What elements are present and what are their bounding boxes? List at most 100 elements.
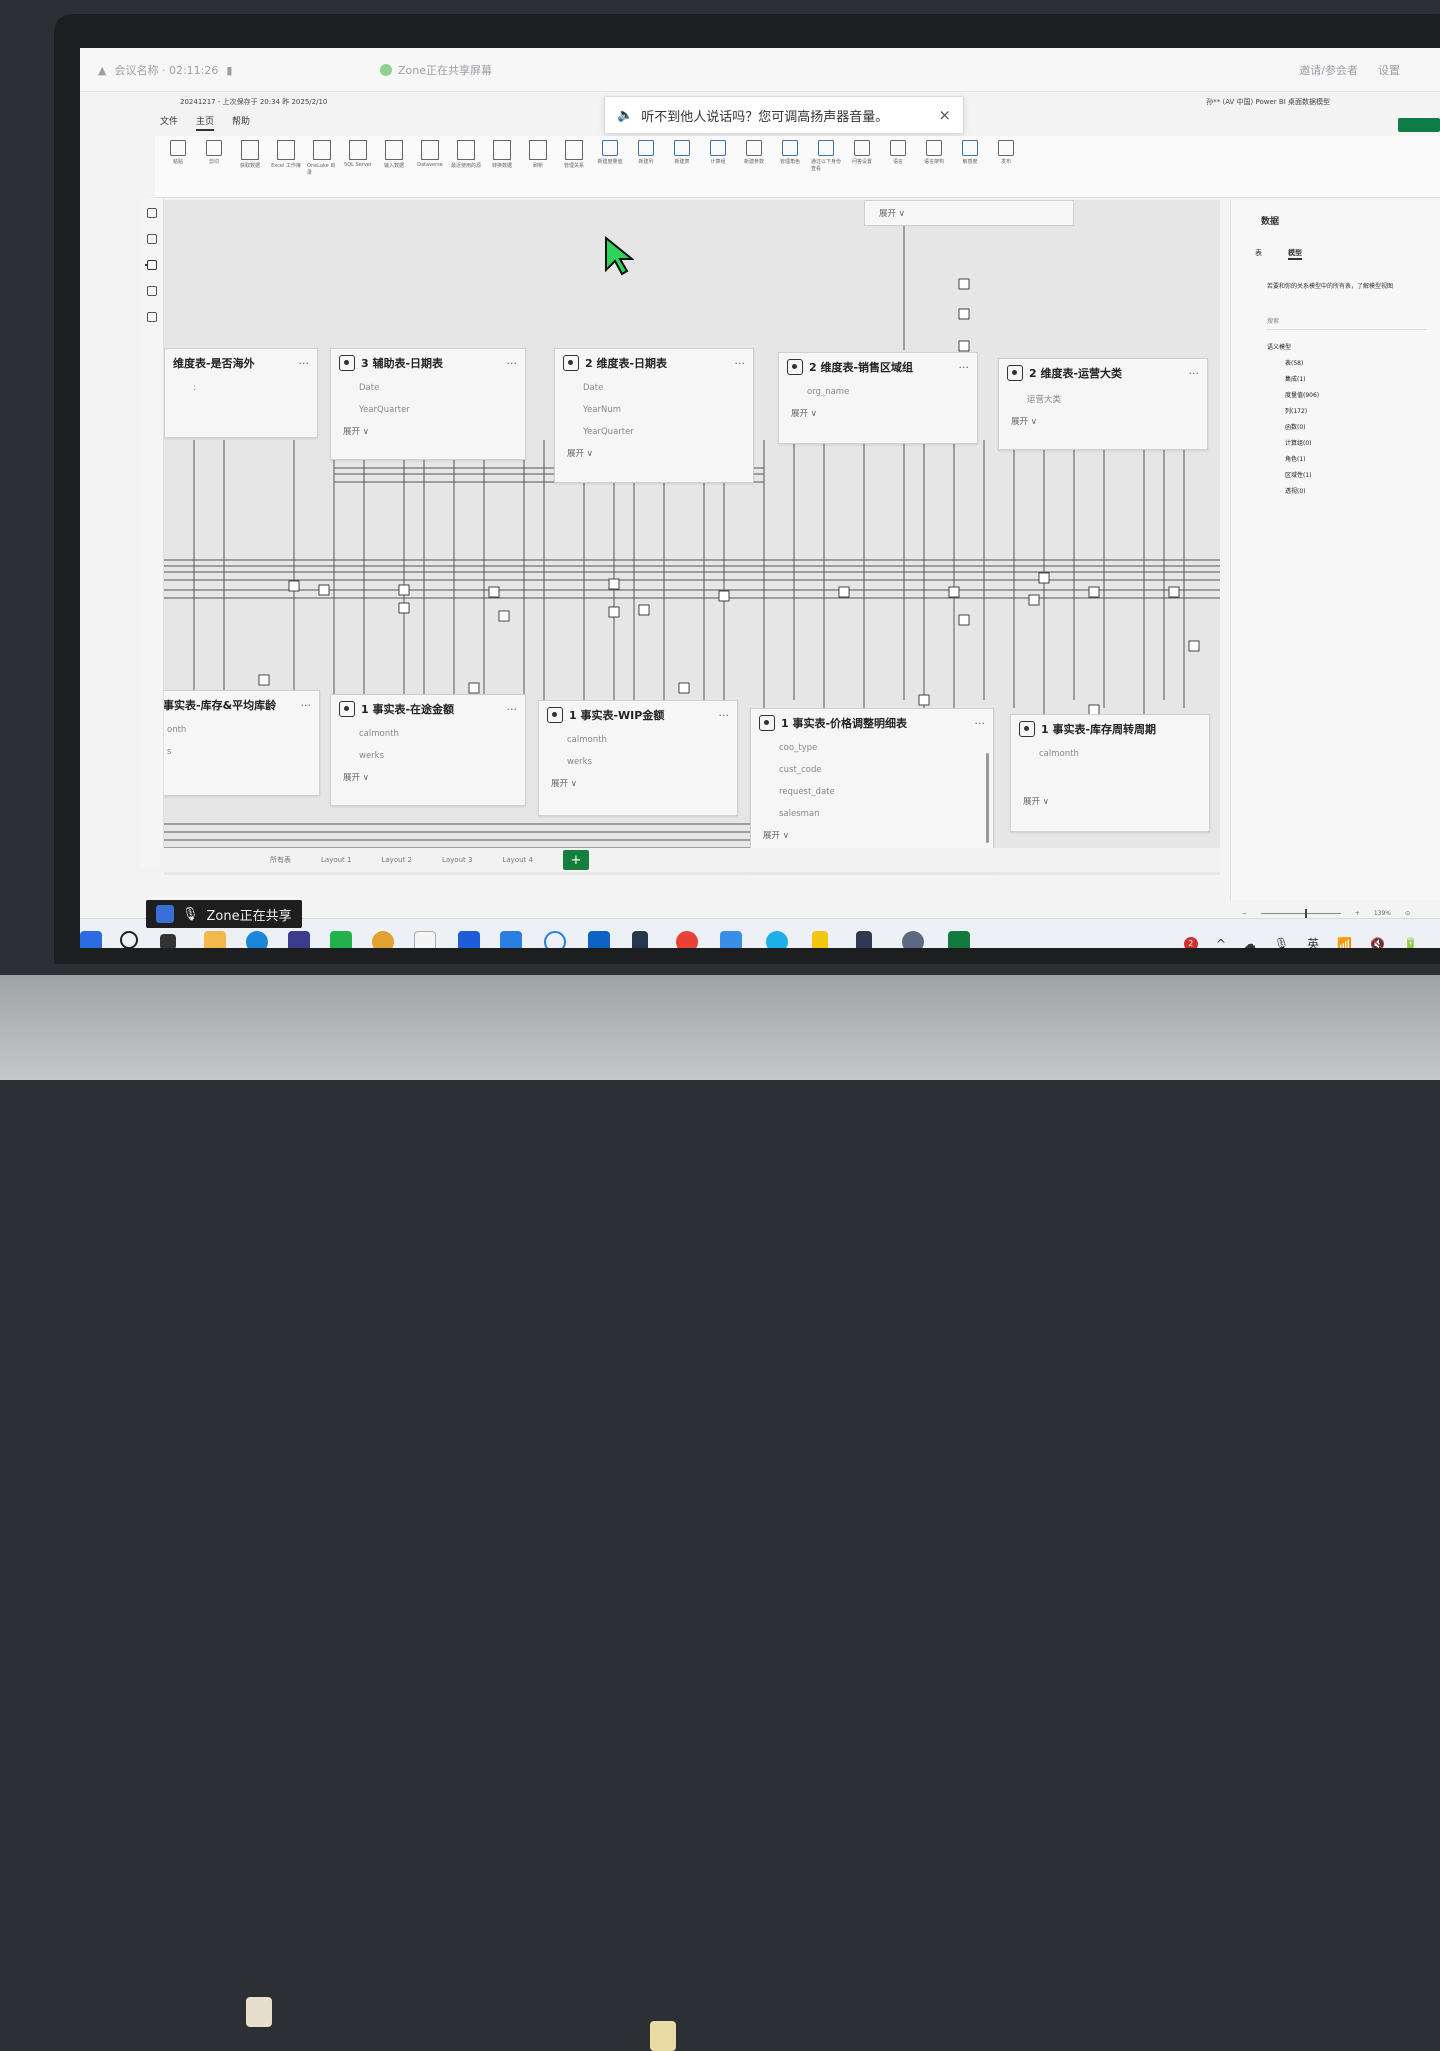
field[interactable]: cust_code [751,759,993,781]
expand-button[interactable]: 展开 ∨ [539,773,737,793]
field[interactable]: request_date [751,781,993,803]
field[interactable]: werks [331,745,525,767]
expand-button[interactable]: 展开 ∨ [555,443,753,463]
tab-all-tables[interactable]: 所有表 [270,855,291,865]
tab-home[interactable]: 主页 [196,114,215,131]
model-view-icon[interactable] [146,260,157,270]
field[interactable]: calmonth [539,729,737,751]
tab-help[interactable]: 帮助 [232,114,250,131]
new-parameter-button[interactable]: 新建参数 [739,140,769,193]
field[interactable]: onth [164,719,319,741]
more-icon[interactable]: ··· [735,357,746,370]
report-view-icon[interactable] [146,208,157,218]
onelake-button[interactable]: OneLake 目录 [307,140,337,193]
qa-setup-button[interactable]: 问答设置 [847,140,877,193]
more-icon[interactable]: ··· [301,699,312,712]
field[interactable]: calmonth [331,723,525,745]
tree-item[interactable]: 角色(1) [1267,452,1319,468]
paste-button[interactable]: 粘贴 [163,140,193,193]
powerbi-icon[interactable] [812,931,828,948]
more-icon[interactable]: ··· [975,717,986,730]
store-icon[interactable] [288,931,310,948]
refresh-button[interactable]: 刷新 [523,140,553,193]
expand-button[interactable]: 展开 ∨ [779,403,977,423]
tree-root[interactable]: 语义模型 [1267,340,1319,356]
typora-icon[interactable] [414,931,436,948]
browser-icon[interactable] [766,931,788,948]
excel-workbook-button[interactable]: Excel 工作簿 [271,140,301,193]
tree-item[interactable]: 集成(1) [1267,372,1319,388]
field[interactable]: YearQuarter [331,399,525,421]
meeting-app-icon[interactable] [458,931,480,948]
volume-icon[interactable]: 🔇 [1370,937,1385,949]
chrome-icon[interactable] [676,931,698,948]
tab-layout-4[interactable]: Layout 4 [502,856,532,864]
tree-item[interactable]: 度量值(906) [1267,388,1319,404]
enter-data-button[interactable]: 输入数据 [379,140,409,193]
feishu-icon[interactable] [500,931,522,948]
new-measure-button[interactable]: 新建度量值 [595,140,625,193]
view-as-button[interactable]: 通过以下身份查看 [811,140,841,193]
more-icon[interactable]: ··· [299,357,310,370]
dataverse-button[interactable]: Dataverse [415,140,445,193]
file-explorer-icon[interactable] [204,931,226,948]
tree-item[interactable]: 函数(0) [1267,420,1319,436]
expand-button[interactable]: 展开 ∨ [751,825,993,845]
expand-button[interactable]: 展开 ∨ [1011,791,1209,811]
tab-layout-3[interactable]: Layout 3 [442,856,472,864]
invite-button[interactable]: 邀请/参会者 [1299,62,1358,78]
sensitivity-button[interactable]: 敏感度 [955,140,985,193]
zoom-slider[interactable] [1260,909,1341,918]
manage-roles-button[interactable]: 管理角色 [775,140,805,193]
cut-button[interactable]: 剪切 [199,140,229,193]
field[interactable]: calmonth [1011,743,1209,765]
card-scrollbar[interactable] [986,753,989,843]
manage-relationships-button[interactable]: 管理关系 [559,140,589,193]
mic-icon[interactable]: 🎙 [182,907,199,922]
expand-button[interactable]: 展开 ∨ [999,411,1207,431]
share-button[interactable] [1398,118,1440,132]
field[interactable]: 运营大类 [999,387,1207,411]
linguistic-schema-button[interactable]: 语言架构 [919,140,949,193]
copilot-icon[interactable] [544,931,566,948]
tree-item[interactable]: 透视(0) [1267,484,1319,500]
field[interactable]: salesman [751,803,993,825]
battery-icon[interactable]: 🔋 [1403,937,1418,949]
table-card[interactable]: 1 事实表-在途金额 ··· calmonth werks 展开 ∨ [330,694,526,806]
onedrive-icon[interactable]: ☁ [1244,937,1256,949]
add-layout-button[interactable]: + [562,850,589,870]
expand-button[interactable]: 展开 ∨ [331,767,525,787]
field[interactable]: YearQuarter [555,421,753,443]
chevron-up-icon[interactable]: ^ [1216,937,1226,949]
more-icon[interactable]: ··· [507,357,518,370]
fit-icon[interactable]: ⊙ [1405,910,1410,917]
recent-sources-button[interactable]: 最近使用的源 [451,140,481,193]
calc-group-button[interactable]: 计算组 [703,140,733,193]
app-icon[interactable] [720,931,742,948]
field[interactable]: Date [555,377,753,399]
table-card[interactable]: 2 维度表-日期表 ··· Date YearNum YearQuarter 展开… [554,348,754,483]
table-card[interactable]: 1 事实表-库存周转周期 calmonth 展开 ∨ [1010,714,1210,832]
app-icon[interactable] [632,931,648,948]
field[interactable]: org_name [779,381,977,403]
more-icon[interactable]: ··· [507,703,518,716]
table-card[interactable]: 1 事实表-WIP金额 ··· calmonth werks 展开 ∨ [538,700,738,816]
more-icon[interactable]: ··· [719,709,730,722]
dax-query-icon[interactable] [146,286,157,296]
table-card[interactable]: 3 辅助表-日期表 ··· Date YearQuarter 展开 ∨ [330,348,526,460]
table-card[interactable]: 维度表-是否海外 ··· : [164,348,318,438]
table-card[interactable]: 2 维度表-销售区域组 ··· org_name 展开 ∨ [778,352,978,444]
new-table-button[interactable]: 新建表 [667,140,697,193]
windows-start-icon[interactable] [80,931,102,948]
app-icon[interactable] [856,931,872,948]
search-icon[interactable] [120,931,138,948]
zoom-out-icon[interactable]: − [1242,910,1247,917]
close-icon[interactable]: × [938,106,951,124]
tree-item[interactable]: 表(58) [1267,356,1319,372]
expand-table-stub[interactable]: 展开 ∨ [864,200,1074,226]
field[interactable]: Date [331,377,525,399]
notification-badge[interactable]: 2 [1183,936,1198,948]
more-icon[interactable]: ··· [959,361,970,374]
tmdl-view-icon[interactable] [146,312,157,322]
more-icon[interactable]: ··· [1189,367,1200,380]
